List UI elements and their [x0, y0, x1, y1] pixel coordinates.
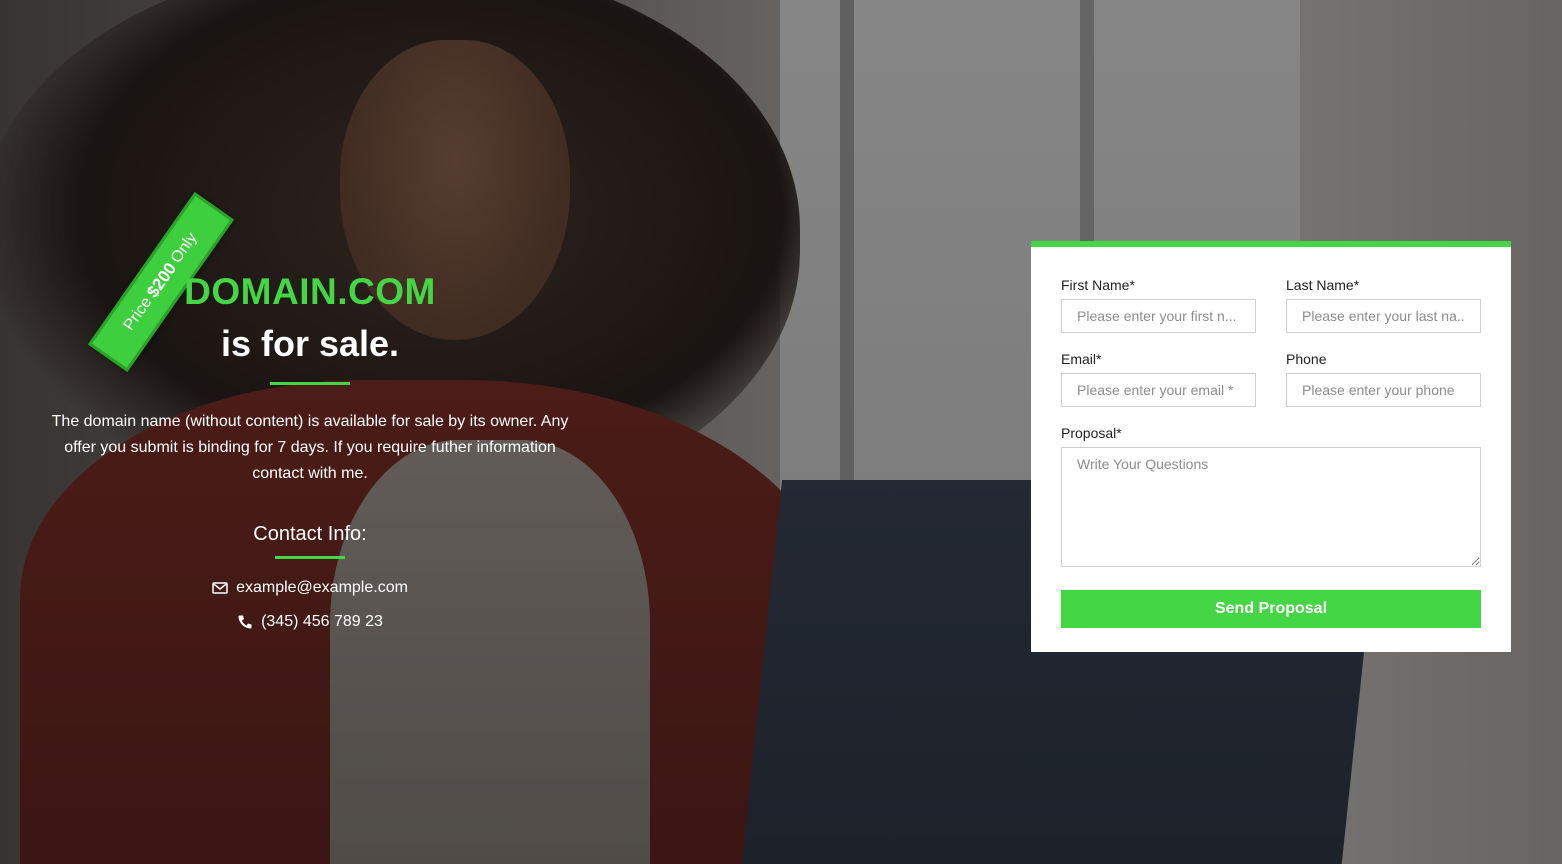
- phone-input[interactable]: [1286, 373, 1481, 407]
- last-name-input[interactable]: [1286, 299, 1481, 333]
- contact-email-text[interactable]: example@example.com: [236, 579, 408, 597]
- proposal-label: Proposal*: [1061, 425, 1122, 441]
- phone-label: Phone: [1286, 351, 1327, 367]
- proposal-form: First Name* Last Name* Email* Phone Prop…: [1031, 241, 1511, 652]
- phone-icon: [238, 615, 252, 629]
- ribbon-suffix: Only: [167, 229, 201, 267]
- hero-section: DOMAIN.COM is for sale. The domain name …: [40, 270, 580, 631]
- domain-name: DOMAIN.COM: [184, 271, 436, 312]
- contact-phone: (345) 456 789 23: [40, 613, 580, 631]
- envelope-icon: [212, 581, 228, 594]
- contact-email: example@example.com: [40, 579, 580, 597]
- sale-description: The domain name (without content) is ava…: [51, 412, 569, 482]
- email-label: Email*: [1061, 351, 1102, 367]
- contact-phone-text[interactable]: (345) 456 789 23: [261, 613, 383, 631]
- contact-info-title: Contact Info:: [253, 522, 367, 545]
- proposal-textarea[interactable]: [1061, 447, 1481, 567]
- first-name-label: First Name*: [1061, 277, 1135, 293]
- first-name-input[interactable]: [1061, 299, 1256, 333]
- email-input[interactable]: [1061, 373, 1256, 407]
- heading-divider: [270, 381, 350, 385]
- contact-divider: [275, 555, 345, 559]
- send-proposal-button[interactable]: Send Proposal: [1061, 590, 1481, 628]
- for-sale-heading: is for sale.: [220, 323, 400, 365]
- last-name-label: Last Name*: [1286, 277, 1360, 293]
